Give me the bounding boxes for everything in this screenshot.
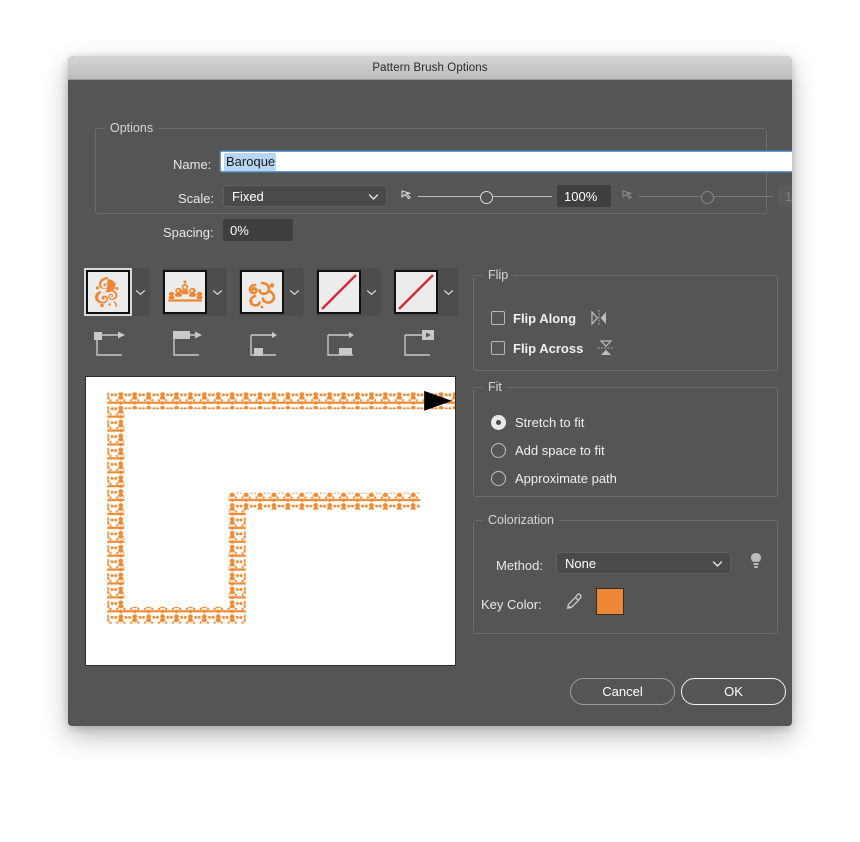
fit-group-legend: Fit [483, 380, 507, 394]
fit-label-approximate: Approximate path [515, 471, 617, 486]
options-group-legend: Options [105, 121, 159, 135]
flip-along-icon [590, 309, 608, 327]
chevron-down-icon[interactable] [361, 289, 381, 296]
colorization-group: Colorization [473, 513, 778, 634]
name-label: Name: [173, 157, 212, 172]
ok-button-label: OK [724, 684, 743, 699]
key-color-label: Key Color: [481, 597, 542, 612]
preview-path [107, 390, 455, 624]
scale-percent-field-secondary: 100% [778, 185, 792, 207]
flip-across-checkbox[interactable] [491, 341, 505, 355]
flip-across-label: Flip Across [513, 340, 584, 356]
tile-position-indicators [85, 328, 465, 364]
key-color-swatch[interactable] [596, 588, 624, 615]
scale-percent-value: 100% [564, 188, 598, 204]
outer-corner-tile-indicator-icon [169, 328, 215, 362]
chevron-down-icon[interactable] [438, 289, 458, 296]
pattern-swirl-icon [86, 270, 130, 314]
tile-button-end[interactable] [393, 268, 458, 316]
fit-label-add-space: Add space to fit [515, 443, 605, 458]
spacing-value: 0% [230, 222, 249, 238]
fit-radio-stretch[interactable] [491, 415, 506, 430]
colorization-group-legend: Colorization [483, 513, 560, 527]
flip-along-label: Flip Along [513, 310, 577, 326]
end-tile-indicator-icon [400, 328, 446, 362]
cancel-button[interactable]: Cancel [570, 678, 675, 705]
scale-percent-value-secondary: 100% [785, 188, 792, 204]
chevron-down-icon [368, 189, 379, 204]
dialog-body: Options Name: Baroque Scale: Fixed 100% [68, 80, 792, 726]
tip-bulb-icon[interactable] [747, 551, 765, 573]
brush-preview [85, 376, 456, 666]
scale-select-value: Fixed [232, 188, 264, 204]
slider-track [418, 190, 552, 204]
spacing-label: Spacing: [163, 225, 214, 240]
pattern-brush-options-dialog: Pattern Brush Options Options Name: Baro… [68, 56, 792, 726]
tile-button-start[interactable] [316, 268, 381, 316]
pattern-scroll-icon [240, 270, 284, 314]
method-select[interactable]: None [556, 552, 731, 574]
fit-option-stretch[interactable]: Stretch to fit [491, 415, 584, 430]
inner-corner-tile-indicator-icon [246, 328, 292, 362]
slider-knob [700, 190, 714, 204]
dialog-titlebar: Pattern Brush Options [68, 56, 792, 80]
flip-across-row[interactable]: Flip Across [491, 339, 615, 357]
tile-buttons [85, 268, 465, 318]
fit-option-add-space[interactable]: Add space to fit [491, 443, 605, 458]
eyedropper-icon[interactable] [565, 591, 583, 613]
ok-button[interactable]: OK [681, 678, 786, 705]
scale-percent-field[interactable]: 100% [557, 185, 611, 207]
tile-button-side[interactable] [85, 268, 150, 316]
name-input-value: Baroque [224, 152, 277, 171]
dialog-title: Pattern Brush Options [372, 61, 488, 74]
slider-knob[interactable] [479, 190, 493, 204]
tile-button-inner-corner[interactable] [239, 268, 304, 316]
scale-label: Scale: [178, 191, 215, 206]
cancel-button-label: Cancel [602, 684, 643, 699]
flip-across-icon [597, 339, 615, 357]
scale-select[interactable]: Fixed [223, 185, 387, 207]
start-tile-indicator-icon [323, 328, 369, 362]
slider-track [639, 190, 773, 204]
name-input[interactable]: Baroque [220, 151, 792, 172]
no-tile-slash-icon [317, 270, 361, 314]
flip-along-row[interactable]: Flip Along [491, 309, 608, 327]
flip-along-checkbox[interactable] [491, 311, 505, 325]
tile-button-outer-corner[interactable] [162, 268, 227, 316]
fit-radio-add-space[interactable] [491, 443, 506, 458]
flip-group-legend: Flip [483, 268, 514, 282]
no-tile-slash-icon [394, 270, 438, 314]
fit-label-stretch: Stretch to fit [515, 415, 585, 430]
scale-slider-primary[interactable] [400, 187, 552, 205]
scale-slider-secondary [621, 187, 773, 205]
method-label: Method: [496, 558, 543, 573]
chevron-down-icon[interactable] [284, 289, 304, 296]
cursor-arrow-icon [621, 189, 635, 203]
side-tile-indicator-icon [92, 328, 138, 362]
cursor-arrow-icon [400, 189, 414, 203]
fit-radio-approximate[interactable] [491, 471, 506, 486]
method-select-value: None [565, 555, 597, 571]
spacing-field[interactable]: 0% [223, 219, 293, 241]
chevron-down-icon [712, 556, 723, 571]
fit-option-approximate[interactable]: Approximate path [491, 471, 617, 486]
pattern-crown-icon [163, 270, 207, 314]
chevron-down-icon[interactable] [130, 289, 150, 296]
chevron-down-icon[interactable] [207, 289, 227, 296]
